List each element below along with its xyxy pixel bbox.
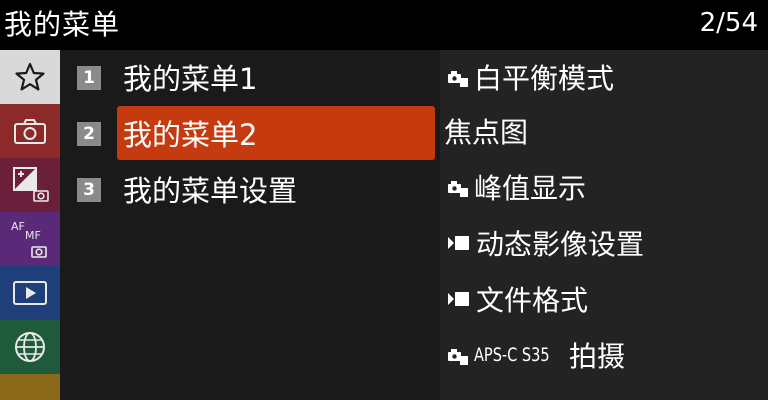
item-number: 2 [77,122,101,146]
item-number: 1 [77,66,101,90]
item-label: 我的菜单1 [123,62,258,96]
submenu-preview: 白平衡模式 焦点图 峰值显示 动态影像设置 文件格式 APS-C S35 拍摄 [440,50,768,400]
mf-label: MF [25,229,41,242]
preview-label: 峰值显示 [474,172,587,205]
camera-icon [14,119,46,144]
tab-playback[interactable] [0,266,60,320]
movie-mode-icon [444,287,472,311]
sidebar: AF MF [0,50,60,400]
photo-mode-icon [444,342,470,368]
tab-setup[interactable] [0,320,60,374]
photo-mode-icon [444,174,470,200]
star-icon [15,62,45,91]
preview-label: 动态影像设置 [476,228,645,261]
preview-label: 焦点图 [444,116,529,149]
menu-header: 我的菜单 2/54 [0,0,768,46]
menu-item-my-menu-2[interactable]: 2 我的菜单2 [60,106,440,160]
preview-item[interactable]: 文件格式 [444,272,588,326]
preview-item[interactable]: 峰值显示 [444,160,586,214]
preview-label: 白平衡模式 [474,62,615,95]
preview-label: 文件格式 [476,284,589,317]
tab-exposure[interactable] [0,158,60,212]
menu-title: 我的菜单 [4,8,121,41]
tab-next[interactable] [0,374,60,400]
movie-mode-icon [444,231,472,255]
tab-focus[interactable]: AF MF [0,212,60,266]
menu-list: 1 我的菜单1 2 我的菜单2 3 我的菜单设置 [60,50,440,400]
globe-icon [15,332,45,362]
photo-mode-icon [444,64,470,90]
af-mf-icon: AF MF [11,220,47,258]
tab-shooting[interactable] [0,104,60,158]
preview-label: 拍摄 [569,340,626,373]
aps-c-s35-label: APS-C S35 [474,344,550,366]
preview-item[interactable]: 白平衡模式 [444,50,614,104]
item-label: 我的菜单2 [117,106,435,160]
menu-item-my-menu-settings[interactable]: 3 我的菜单设置 [60,162,440,216]
playback-icon [13,281,47,305]
af-label: AF [11,220,25,233]
item-number: 3 [77,178,101,202]
preview-item[interactable]: 焦点图 [444,104,528,158]
preview-item[interactable]: APS-C S35 拍摄 [444,328,625,382]
page-indicator: 2/54 [699,8,758,38]
menu-item-my-menu-1[interactable]: 1 我的菜单1 [60,50,440,104]
tab-my-menu[interactable] [0,50,60,104]
item-label: 我的菜单设置 [123,174,298,208]
exposure-camera-icon [13,167,49,202]
preview-item[interactable]: 动态影像设置 [444,216,644,270]
